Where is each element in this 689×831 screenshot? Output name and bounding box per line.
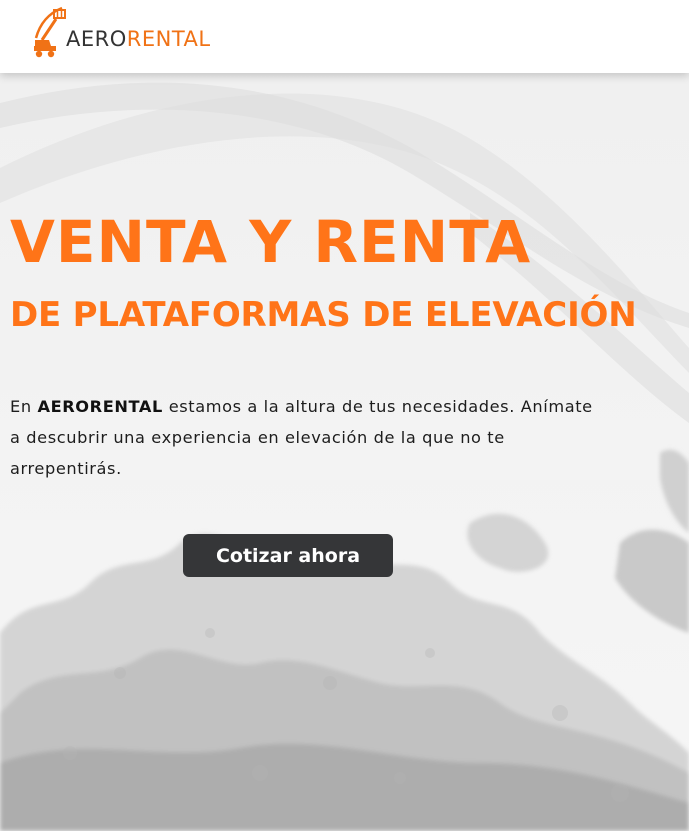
hero-subtitle: DE PLATAFORMAS DE ELEVACIÓN [10, 295, 637, 335]
site-header: AERORENTAL [0, 0, 689, 73]
logo-wordmark: AERORENTAL [66, 26, 211, 51]
hero-section: VENTA Y RENTA DE PLATAFORMAS DE ELEVACIÓ… [0, 73, 689, 831]
aerorental-logo[interactable]: AERORENTAL [32, 6, 211, 62]
quote-now-button[interactable]: Cotizar ahora [183, 534, 393, 577]
logo-rental-text: RENTAL [126, 26, 211, 51]
intro-brand-name: AERORENTAL [37, 397, 163, 416]
aerial-lift-icon [34, 6, 66, 58]
hero-title: VENTA Y RENTA [10, 208, 532, 276]
hero-intro-text: En AERORENTAL estamos a la altura de tus… [10, 391, 600, 484]
intro-prefix: En [10, 397, 38, 416]
logo-aero-text: AERO [66, 26, 127, 51]
